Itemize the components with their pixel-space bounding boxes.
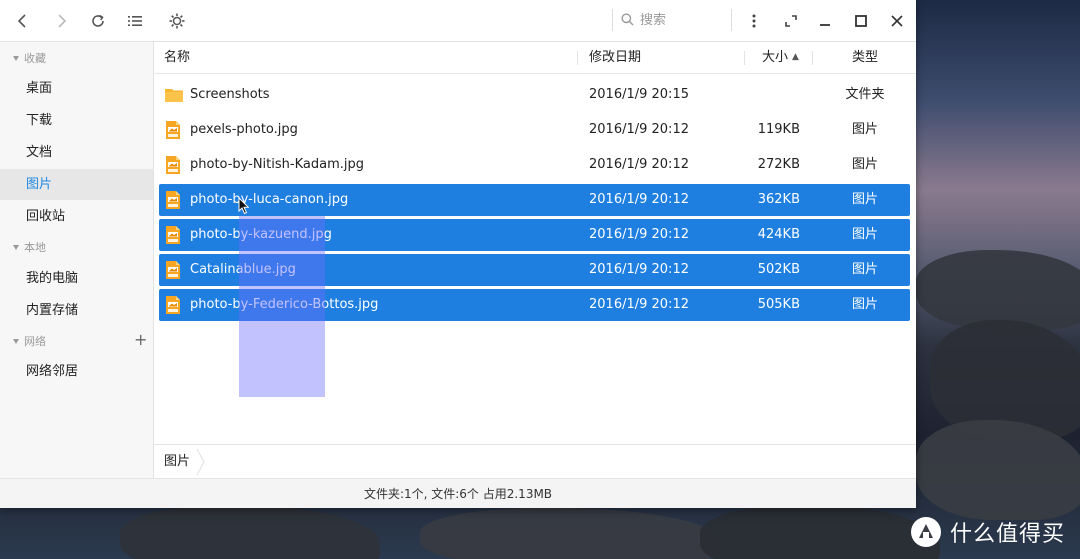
column-divider[interactable] [577,51,578,65]
file-type: 文件夹 [845,87,885,102]
jpg-file-icon [166,191,180,209]
file-date: 2016/1/9 20:12 [589,157,689,172]
sidebar-item-desktop[interactable]: 桌面 [0,73,153,104]
maximize-icon [855,15,867,27]
file-date: 2016/1/9 20:12 [589,192,689,207]
file-row[interactable]: photo-by-luca-canon.jpg 2016/1/9 20:12 362… [159,184,910,216]
more-icon [752,14,756,28]
fullscreen-button[interactable] [778,8,804,34]
close-icon [891,15,903,27]
jpg-file-icon [166,261,180,279]
search-box[interactable] [612,9,732,31]
minimize-icon [820,24,830,26]
settings-icon [169,13,185,29]
folder-icon [165,89,183,102]
mouse-cursor-icon [238,197,250,215]
sidebar-item-internal-storage[interactable]: 内置存储 [0,295,153,326]
more-button[interactable] [741,8,767,34]
file-date: 2016/1/9 20:12 [589,122,689,137]
refresh-icon [92,14,104,27]
rubber-band-selection [239,216,325,397]
settings-button[interactable] [164,8,190,34]
file-date: 2016/1/9 20:12 [589,297,689,312]
file-type: 图片 [851,192,878,207]
column-header-date[interactable]: 修改日期 [589,42,641,73]
search-input[interactable] [640,11,726,29]
minimize-button[interactable] [812,8,838,34]
forward-button[interactable] [48,8,74,34]
add-network-icon[interactable]: + [134,332,147,348]
file-size: 272KB [757,157,800,172]
sidebar-section-network[interactable]: 网络 [13,334,46,350]
file-type: 图片 [851,227,878,242]
sidebar-item-downloads[interactable]: 下载 [0,105,153,136]
file-name: Screenshots [190,87,270,102]
sort-ascending-icon: ▲ [792,52,799,62]
status-text: 文件夹:1个, 文件:6个 占用2.13MB [363,487,553,501]
sidebar-item-trash[interactable]: 回收站 [0,201,153,232]
file-row[interactable]: pexels-photo.jpg 2016/1/9 20:12 119KB 图片 [159,114,910,146]
column-divider[interactable] [744,51,745,65]
file-name: pexels-photo.jpg [190,122,298,137]
sidebar-item-my-computer[interactable]: 我的电脑 [0,263,153,294]
file-type: 图片 [851,297,878,312]
file-size: 502KB [757,262,800,277]
sidebar-item-pictures[interactable]: 图片 [0,169,153,200]
file-name: photo-by-luca-canon.jpg [190,192,349,207]
fullscreen-icon [785,15,797,27]
forward-icon [58,14,67,28]
column-header-row: 名称 修改日期 大小 ▲ 类型 [154,42,916,74]
jpg-file-icon [166,226,180,244]
file-type: 图片 [851,262,878,277]
file-date: 2016/1/9 20:12 [589,262,689,277]
file-type: 图片 [851,122,878,137]
file-size: 362KB [757,192,800,207]
search-icon [621,13,634,26]
file-type: 图片 [851,157,878,172]
file-row[interactable]: Screenshots 2016/1/9 20:15 文件夹 [159,79,910,111]
back-icon [17,14,26,28]
breadcrumb-bar: 图片 [154,444,916,479]
jpg-file-icon [166,156,180,174]
file-name: photo-by-Nitish-Kadam.jpg [190,157,364,172]
sidebar-item-network-neighborhood[interactable]: 网络邻居 [0,356,153,387]
close-button[interactable] [884,8,910,34]
jpg-file-icon [166,121,180,139]
column-header-size[interactable]: 大小 [762,42,788,73]
sidebar-section-local[interactable]: 本地 [13,240,46,256]
watermark: 什么值得买 [910,515,1065,549]
list-view-icon [128,16,142,26]
back-button[interactable] [10,8,36,34]
sidebar-item-documents[interactable]: 文档 [0,137,153,168]
file-manager-window: 收藏 桌面 下载 文档 图片 回收站 本地 我的电脑 内置存储 网络 + 网络邻… [0,0,916,508]
refresh-button[interactable] [85,8,111,34]
toolbar [0,0,916,42]
column-divider[interactable] [812,51,813,65]
collapse-triangle-icon [13,245,19,250]
watermark-logo-icon [911,517,941,547]
file-date: 2016/1/9 20:12 [589,227,689,242]
sidebar: 收藏 桌面 下载 文档 图片 回收站 本地 我的电脑 内置存储 网络 + 网络邻… [0,42,154,478]
jpg-file-icon [166,296,180,314]
list-view-button[interactable] [122,8,148,34]
column-header-name[interactable]: 名称 [164,42,190,73]
file-row[interactable]: photo-by-Nitish-Kadam.jpg 2016/1/9 20:12 2… [159,149,910,181]
file-date: 2016/1/9 20:15 [589,87,689,102]
column-header-type[interactable]: 类型 [852,42,878,73]
collapse-triangle-icon [13,339,19,344]
breadcrumb-item-pictures[interactable]: 图片 [164,445,190,479]
file-size: 424KB [757,227,800,242]
watermark-text: 什么值得买 [950,522,1066,547]
maximize-button[interactable] [848,8,874,34]
file-size: 119KB [757,122,800,137]
breadcrumb-separator-icon [196,448,205,476]
sidebar-section-favorites[interactable]: 收藏 [13,51,46,67]
status-bar: 文件夹:1个, 文件:6个 占用2.13MB [0,478,916,508]
file-size: 505KB [757,297,800,312]
collapse-triangle-icon [13,56,19,61]
